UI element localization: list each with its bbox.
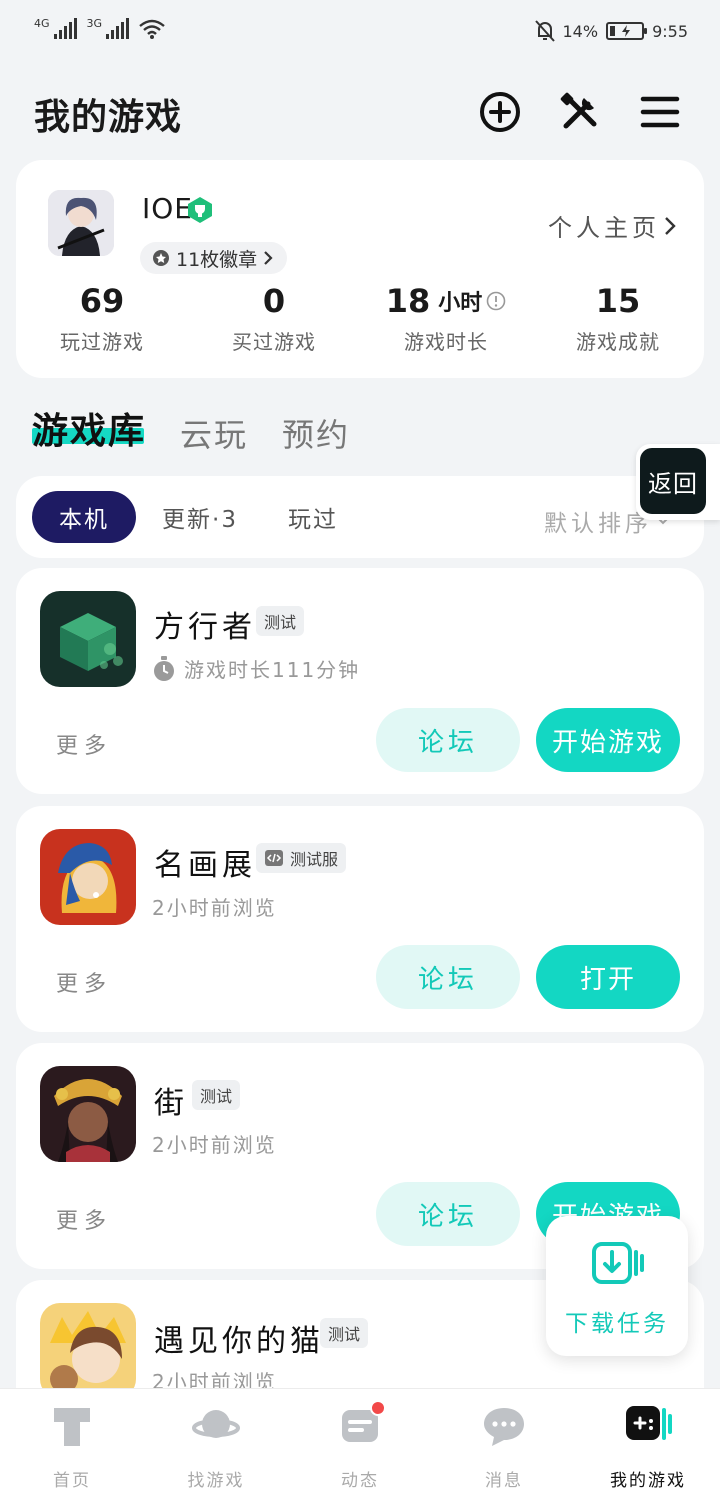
test-server-tag: 测试服 bbox=[256, 843, 347, 873]
cellular-signal-2: 3G bbox=[87, 18, 130, 39]
game-icon[interactable] bbox=[40, 1066, 136, 1162]
homepage-label: 个人主页 bbox=[548, 214, 660, 242]
nav-label: 动态 bbox=[341, 1471, 379, 1491]
stopwatch-icon bbox=[154, 655, 174, 681]
game-title: 名画展 bbox=[154, 848, 256, 883]
stat-bought-games[interactable]: 0 买过游戏 bbox=[188, 282, 360, 355]
gamepad-icon bbox=[626, 1406, 672, 1440]
forum-button[interactable]: 论坛 bbox=[376, 945, 520, 1009]
tab-reservation[interactable]: 预约 bbox=[282, 410, 350, 456]
add-circle-icon[interactable] bbox=[478, 90, 522, 134]
stat-label: 游戏时长 bbox=[404, 330, 488, 354]
tools-icon[interactable] bbox=[558, 90, 602, 134]
test-tag: 测试 bbox=[256, 606, 305, 636]
filter-chip-played[interactable]: 玩过 bbox=[270, 491, 356, 543]
forum-button[interactable]: 论坛 bbox=[376, 1182, 520, 1246]
menu-icon[interactable] bbox=[638, 90, 682, 134]
nav-item-find-games[interactable]: 找游戏 bbox=[144, 1402, 288, 1491]
forum-button[interactable]: 论坛 bbox=[376, 708, 520, 772]
stat-label: 买过游戏 bbox=[232, 330, 316, 354]
test-tag: 测试 bbox=[192, 1080, 241, 1110]
nav-item-my-games[interactable]: 我的游戏 bbox=[576, 1402, 720, 1491]
download-task-button[interactable]: 下载任务 bbox=[546, 1216, 688, 1356]
game-title: 街 bbox=[154, 1086, 188, 1121]
home-t-icon bbox=[54, 1408, 90, 1446]
battery-icon bbox=[606, 22, 648, 40]
test-tag: 测试 bbox=[320, 1318, 369, 1348]
stat-played-games[interactable]: 69 玩过游戏 bbox=[16, 282, 188, 355]
tab-library[interactable]: 游戏库 bbox=[32, 402, 146, 454]
verified-badge-icon bbox=[188, 197, 212, 223]
stat-value: 0 bbox=[262, 282, 286, 320]
nav-item-home[interactable]: 首页 bbox=[0, 1402, 144, 1491]
tag-label: 测试服 bbox=[290, 850, 339, 869]
open-game-button[interactable]: 打开 bbox=[536, 945, 680, 1009]
homepage-link[interactable]: 个人主页 bbox=[548, 208, 676, 243]
avatar[interactable] bbox=[48, 190, 114, 256]
last-viewed: 2小时前浏览 bbox=[152, 896, 277, 920]
stat-label: 玩过游戏 bbox=[60, 330, 144, 354]
download-icon bbox=[592, 1242, 644, 1284]
chevron-right-icon bbox=[665, 216, 676, 235]
status-bar: 4G 3G 14% 9:55 bbox=[0, 0, 720, 64]
badges-pill[interactable]: 11枚徽章 bbox=[140, 242, 288, 274]
info-icon[interactable] bbox=[486, 291, 506, 311]
badges-count-label: 11枚徽章 bbox=[176, 248, 258, 271]
network-type-2: 3G bbox=[86, 17, 103, 30]
nav-label: 消息 bbox=[485, 1471, 523, 1491]
stat-label: 游戏成就 bbox=[576, 330, 660, 354]
last-viewed: 2小时前浏览 bbox=[152, 1133, 277, 1157]
wifi-icon bbox=[139, 19, 165, 39]
game-icon[interactable] bbox=[40, 829, 136, 925]
medal-icon bbox=[153, 250, 169, 266]
filter-chip-local[interactable]: 本机 bbox=[32, 491, 136, 543]
notification-dot bbox=[370, 1400, 386, 1416]
clock: 9:55 bbox=[652, 21, 688, 41]
stat-unit: 小时 bbox=[438, 291, 483, 316]
battery-percent: 14% bbox=[562, 21, 599, 41]
more-button[interactable]: 更多 bbox=[56, 966, 112, 998]
tab-cloud-play[interactable]: 云玩 bbox=[180, 410, 248, 456]
code-icon bbox=[265, 850, 283, 866]
game-title: 遇见你的猫 bbox=[154, 1324, 324, 1359]
start-game-button[interactable]: 开始游戏 bbox=[536, 708, 680, 772]
more-button[interactable]: 更多 bbox=[56, 1203, 112, 1235]
game-subtitle: 2小时前浏览 bbox=[152, 1129, 277, 1158]
stat-value: 69 bbox=[79, 282, 125, 320]
nav-label: 首页 bbox=[53, 1471, 91, 1491]
nav-item-messages[interactable]: 消息 bbox=[432, 1402, 576, 1491]
return-label: 返回 bbox=[640, 448, 706, 514]
filter-chip-updates[interactable]: 更新·3 bbox=[152, 491, 248, 543]
nav-label: 我的游戏 bbox=[610, 1471, 686, 1491]
chat-bubble-icon bbox=[484, 1408, 524, 1446]
chevron-right-icon bbox=[264, 251, 273, 265]
nav-label: 找游戏 bbox=[187, 1471, 245, 1491]
game-icon[interactable] bbox=[40, 1303, 136, 1399]
game-subtitle: 游戏时长111分钟 bbox=[152, 654, 360, 683]
game-title: 方行者 bbox=[154, 610, 256, 645]
stat-value: 18 bbox=[385, 282, 431, 320]
game-subtitle: 2小时前浏览 bbox=[152, 892, 277, 921]
download-task-label: 下载任务 bbox=[565, 1311, 669, 1337]
more-button[interactable]: 更多 bbox=[56, 728, 112, 760]
stat-value: 15 bbox=[595, 282, 641, 320]
play-duration: 游戏时长111分钟 bbox=[184, 658, 361, 682]
stat-achievements[interactable]: 15 游戏成就 bbox=[532, 282, 704, 355]
planet-icon bbox=[192, 1410, 240, 1438]
game-icon[interactable] bbox=[40, 591, 136, 687]
stat-play-time[interactable]: 18 小时 游戏时长 bbox=[360, 282, 532, 355]
page-title: 我的游戏 bbox=[34, 97, 183, 138]
network-type-1: 4G bbox=[34, 17, 50, 30]
return-button[interactable]: 返回 bbox=[636, 444, 720, 520]
mute-bell-icon bbox=[534, 20, 555, 42]
nav-item-feed[interactable]: 动态 bbox=[288, 1402, 432, 1491]
cellular-signal-1: 4G bbox=[34, 18, 77, 39]
